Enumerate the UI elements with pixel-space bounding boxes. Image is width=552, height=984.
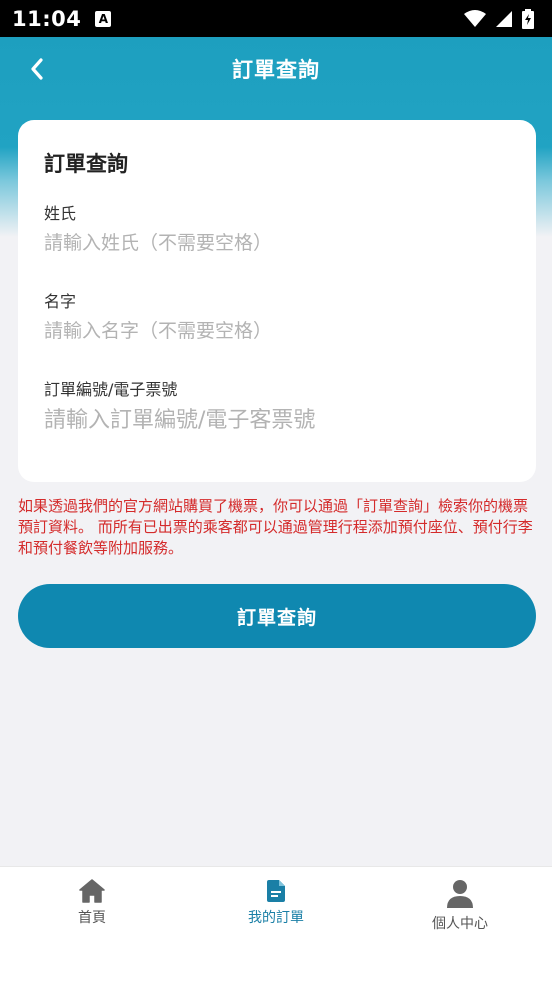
given-name-label: 名字 — [44, 292, 77, 311]
nav-item-home[interactable]: 首頁 — [0, 867, 184, 984]
back-button[interactable] — [22, 53, 52, 85]
wifi-icon — [464, 9, 486, 27]
chevron-left-icon — [31, 58, 43, 80]
nav-item-profile[interactable]: 個人中心 — [368, 867, 552, 984]
surname-label: 姓氏 — [44, 204, 77, 223]
bottom-nav: 首頁 我的訂單 個人中心 — [0, 866, 552, 984]
nav-label-my-orders: 我的訂單 — [248, 910, 304, 926]
card-title: 訂單查詢 — [44, 152, 128, 176]
status-left: 11:04 A — [12, 6, 112, 31]
nav-item-my-orders[interactable]: 我的訂單 — [184, 867, 368, 984]
document-icon — [267, 880, 285, 902]
status-time: 11:04 — [12, 6, 82, 31]
accessibility-a-icon: A — [95, 10, 112, 27]
surname-input[interactable] — [44, 232, 510, 254]
notice-text: 如果透過我們的官方網站購買了機票，你可以通過「訂單查詢」檢索你的機票預訂資料。 … — [18, 497, 533, 557]
order-search-card: 訂單查詢 姓氏 名字 訂單編號/電子票號 — [18, 120, 536, 482]
order-search-button[interactable]: 訂單查詢 — [18, 584, 536, 648]
given-name-input[interactable] — [44, 320, 510, 342]
nav-label-home: 首頁 — [78, 910, 106, 926]
surname-field-group: 姓氏 — [44, 200, 510, 254]
person-icon — [447, 880, 473, 908]
cell-signal-icon — [496, 10, 512, 27]
battery-icon — [522, 8, 534, 29]
given-name-field-group: 名字 — [44, 288, 510, 342]
order-number-field-group: 訂單編號/電子票號 — [44, 376, 510, 433]
page-title: 訂單查詢 — [232, 58, 320, 82]
app-bar: 訂單查詢 — [0, 37, 552, 101]
status-right — [464, 8, 534, 29]
home-icon — [79, 879, 105, 903]
status-bar: 11:04 A — [0, 0, 552, 37]
order-number-input[interactable] — [44, 408, 510, 433]
order-number-label: 訂單編號/電子票號 — [44, 380, 178, 399]
nav-label-profile: 個人中心 — [432, 916, 488, 932]
